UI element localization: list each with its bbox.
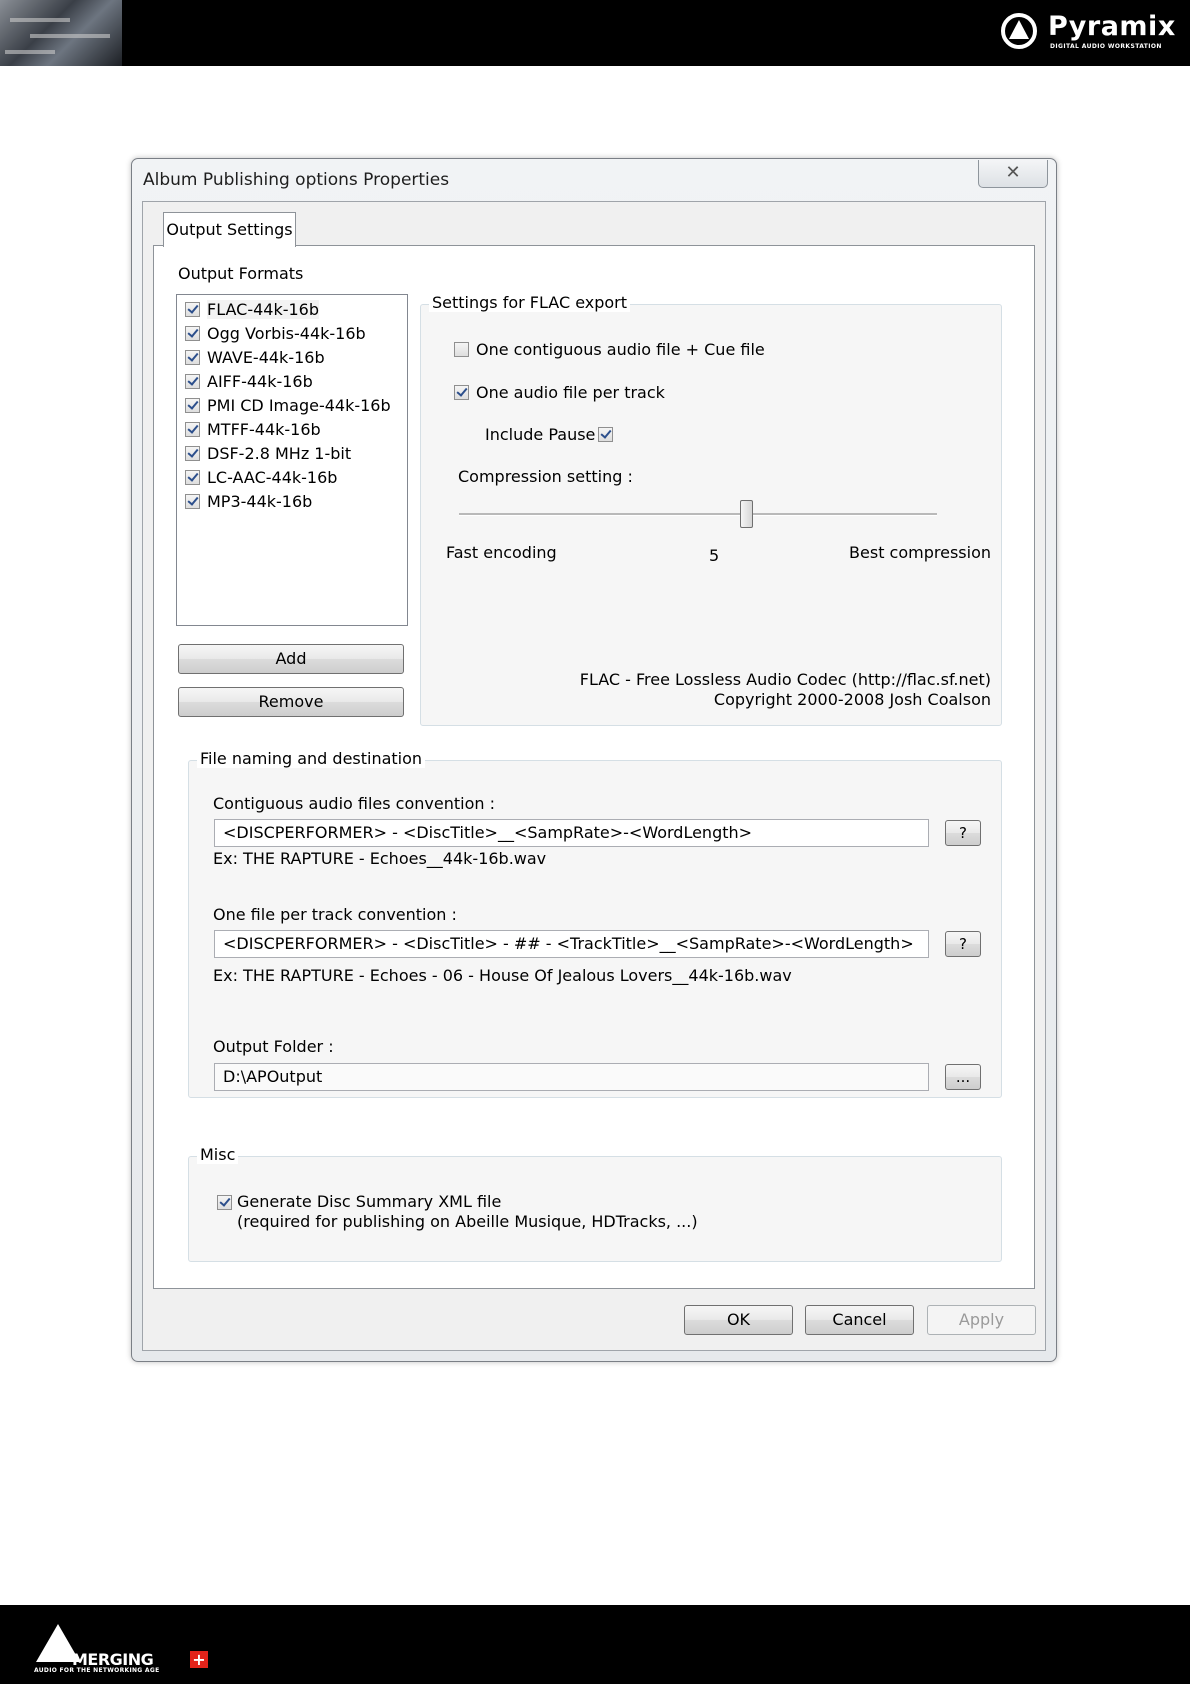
format-checkbox[interactable] [185,326,200,341]
add-button[interactable]: Add [178,644,404,674]
flac-copyright-line: Copyright 2000-2008 Josh Coalson [713,690,991,709]
contiguous-example: Ex: THE RAPTURE - Echoes__44k-16b.wav [213,849,547,868]
file-naming-title: File naming and destination [197,749,426,768]
ok-button[interactable]: OK [684,1305,793,1335]
header-thumbnail-image [0,0,122,66]
output-folder-input[interactable]: D:\APOutput [214,1063,929,1091]
flac-settings-title: Settings for FLAC export [429,293,631,312]
merging-brand-tagline: AUDIO FOR THE NETWORKING AGE [34,1667,160,1674]
per-track-example: Ex: THE RAPTURE - Echoes - 06 - House Of… [213,966,792,985]
flac-settings-group: Settings for FLAC export One contiguous … [420,293,1002,726]
output-formats-list[interactable]: FLAC-44k-16b Ogg Vorbis-44k-16b WAVE-44k… [176,294,408,626]
close-icon: ✕ [1005,162,1021,183]
best-compression-label: Best compression [849,543,991,562]
generate-xml-checkbox[interactable] [217,1195,232,1210]
misc-title: Misc [197,1145,239,1164]
contiguous-help-button[interactable]: ? [945,820,981,846]
browse-folder-button[interactable]: ... [945,1064,981,1090]
output-settings-panel: Output Formats FLAC-44k-16b Ogg Vorbis-4… [153,245,1035,1289]
fast-encoding-label: Fast encoding [446,543,557,562]
compression-slider-thumb[interactable] [740,500,753,528]
dialog-title: Album Publishing options Properties [143,170,450,190]
output-folder-label: Output Folder : [213,1037,334,1056]
format-checkbox[interactable] [185,470,200,485]
output-formats-label: Output Formats [178,264,304,283]
per-track-label: One audio file per track [476,383,665,402]
contiguous-file-label: One contiguous audio file + Cue file [476,340,765,359]
generate-xml-note: (required for publishing on Abeille Musi… [237,1212,698,1231]
compression-slider-track[interactable] [459,513,937,516]
compression-setting-label: Compression setting : [458,467,633,486]
cancel-button[interactable]: Cancel [805,1305,914,1335]
per-track-help-button[interactable]: ? [945,931,981,957]
per-track-checkbox[interactable] [454,385,469,400]
pyramix-brand-tagline: DIGITAL AUDIO WORKSTATION [1050,43,1162,50]
pyramix-logo-icon [1001,13,1037,49]
page-header: Pyramix DIGITAL AUDIO WORKSTATION [0,0,1190,66]
contiguous-file-checkbox[interactable] [454,342,469,357]
format-checkbox[interactable] [185,302,200,317]
flac-credit-line: FLAC - Free Lossless Audio Codec (http:/… [579,670,991,689]
generate-xml-label: Generate Disc Summary XML file [237,1192,502,1211]
dialog-client-area: Output Settings Output Formats FLAC-44k-… [142,201,1046,1351]
misc-group: Misc Generate Disc Summary XML file (req… [188,1145,1002,1262]
include-pause-label: Include Pause [485,425,596,444]
format-checkbox[interactable] [185,494,200,509]
close-button[interactable]: ✕ [978,160,1048,188]
format-checkbox[interactable] [185,350,200,365]
album-publishing-dialog: Album Publishing options Properties ✕ Ou… [131,158,1057,1362]
format-checkbox[interactable] [185,374,200,389]
per-track-convention-label: One file per track convention : [213,905,457,924]
per-track-convention-input[interactable]: <DISCPERFORMER> - <DiscTitle> - ## - <Tr… [214,930,929,958]
format-checkbox[interactable] [185,398,200,413]
compression-value: 5 [709,546,720,565]
file-naming-group: File naming and destination Contiguous a… [188,749,1002,1098]
tab-output-settings[interactable]: Output Settings [163,212,296,247]
contiguous-convention-label: Contiguous audio files convention : [213,794,495,813]
apply-button[interactable]: Apply [927,1305,1036,1335]
swiss-cross-icon: + [190,1651,208,1668]
format-checkbox[interactable] [185,446,200,461]
pyramix-brand-name: Pyramix [1048,11,1176,42]
contiguous-convention-input[interactable]: <DISCPERFORMER> - <DiscTitle>__<SampRate… [214,819,929,847]
remove-button[interactable]: Remove [178,687,404,717]
format-checkbox[interactable] [185,422,200,437]
page-footer [0,1605,1190,1684]
include-pause-checkbox[interactable] [598,427,613,442]
